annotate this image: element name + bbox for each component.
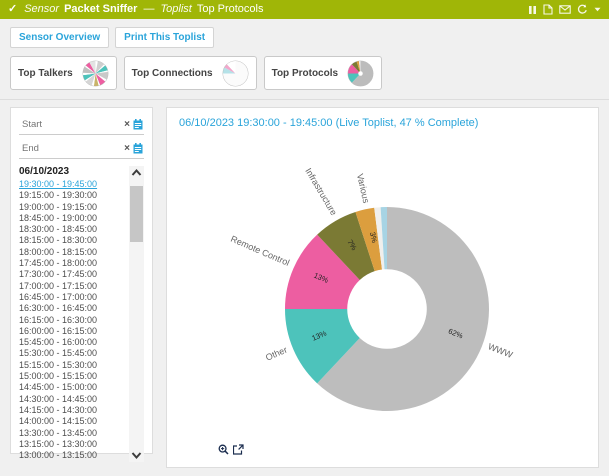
scrollbar-thumb[interactable] xyxy=(130,186,143,242)
donut-segment-label: Infrastructure xyxy=(303,166,339,217)
interval-item[interactable]: 16:45:00 - 17:00:00 xyxy=(19,292,129,303)
interval-item[interactable]: 16:00:00 - 16:15:00 xyxy=(19,326,129,337)
interval-item[interactable]: 13:00:00 - 13:15:00 xyxy=(19,450,129,461)
interval-item[interactable]: 19:15:00 - 19:30:00 xyxy=(19,190,129,201)
end-date-row: × xyxy=(19,140,144,159)
object-kind-label: Sensor xyxy=(24,0,59,19)
interval-list-wrap: 06/10/2023 19:30:00 - 19:45:0019:15:00 -… xyxy=(19,166,144,462)
interval-item[interactable]: 16:30:00 - 16:45:00 xyxy=(19,303,129,314)
top-connections-pie-icon xyxy=(222,60,249,87)
interval-item[interactable]: 17:45:00 - 18:00:00 xyxy=(19,258,129,269)
interval-item[interactable]: 18:45:00 - 19:00:00 xyxy=(19,213,129,224)
tab-top-protocols[interactable]: Top Protocols xyxy=(264,56,382,90)
interval-item[interactable]: 16:15:00 - 16:30:00 xyxy=(19,315,129,326)
sensor-title-bar: ✓ Sensor Packet Sniffer — Toplist Top Pr… xyxy=(0,0,609,19)
interval-item[interactable]: 13:30:00 - 13:45:00 xyxy=(19,428,129,439)
interval-date-header: 06/10/2023 xyxy=(19,166,129,177)
interval-item[interactable]: 18:15:00 - 18:30:00 xyxy=(19,235,129,246)
sensor-overview-button[interactable]: Sensor Overview xyxy=(10,27,109,48)
start-date-row: × xyxy=(19,116,144,135)
interval-list: 19:30:00 - 19:45:0019:15:00 - 19:30:0019… xyxy=(19,179,129,461)
top-protocols-pie-icon xyxy=(347,60,374,87)
toolbar: Sensor Overview Print This Toplist xyxy=(0,19,609,53)
tab-top-protocols-label: Top Protocols xyxy=(272,68,338,79)
interval-item[interactable]: 15:45:00 - 16:00:00 xyxy=(19,337,129,348)
interval-item[interactable]: 18:00:00 - 18:15:00 xyxy=(19,247,129,258)
report-icon[interactable] xyxy=(543,4,553,15)
donut-segment-label: Remote Control xyxy=(229,234,291,268)
scroll-down-icon[interactable] xyxy=(130,450,143,460)
interval-item[interactable]: 15:15:00 - 15:30:00 xyxy=(19,360,129,371)
interval-item[interactable]: 17:30:00 - 17:45:00 xyxy=(19,269,129,280)
status-ok-icon: ✓ xyxy=(8,0,17,19)
protocol-donut-chart: WWW62%Other13%Remote Control13%Infrastru… xyxy=(167,132,601,449)
interval-scrollbar[interactable] xyxy=(129,166,144,462)
top-talkers-pie-icon xyxy=(82,60,109,87)
end-calendar-icon[interactable] xyxy=(133,143,143,154)
interval-item[interactable]: 15:00:00 - 15:15:00 xyxy=(19,371,129,382)
interval-item[interactable]: 14:00:00 - 14:15:00 xyxy=(19,416,129,427)
refresh-icon[interactable] xyxy=(577,4,588,15)
page: ✓ Sensor Packet Sniffer — Toplist Top Pr… xyxy=(0,0,609,476)
interval-item[interactable]: 14:15:00 - 14:30:00 xyxy=(19,405,129,416)
toplist-chart-panel: 06/10/2023 19:30:00 - 19:45:00 (Live Top… xyxy=(166,107,599,468)
tab-top-connections-label: Top Connections xyxy=(132,68,213,79)
section-kind-label: Toplist xyxy=(160,0,191,19)
interval-item[interactable]: 19:00:00 - 19:15:00 xyxy=(19,202,129,213)
start-date-input[interactable] xyxy=(20,118,121,131)
interval-item[interactable]: 17:00:00 - 17:15:00 xyxy=(19,281,129,292)
interval-item[interactable]: 19:30:00 - 19:45:00 xyxy=(19,179,129,190)
interval-item[interactable]: 14:30:00 - 14:45:00 xyxy=(19,394,129,405)
toplist-tabs: Top Talkers Top Connections Top Protocol… xyxy=(0,53,609,100)
start-calendar-icon[interactable] xyxy=(133,119,143,130)
zoom-in-icon[interactable] xyxy=(218,444,229,455)
tab-top-connections[interactable]: Top Connections xyxy=(124,56,257,90)
section-name: Top Protocols xyxy=(197,0,264,19)
tab-top-talkers[interactable]: Top Talkers xyxy=(10,56,117,90)
end-date-input[interactable] xyxy=(20,142,121,155)
title-bar-actions xyxy=(528,4,601,15)
interval-item[interactable]: 14:45:00 - 15:00:00 xyxy=(19,382,129,393)
pause-icon[interactable] xyxy=(528,5,537,15)
interval-filter-panel: × × xyxy=(10,107,153,454)
print-toplist-button[interactable]: Print This Toplist xyxy=(115,27,214,48)
dropdown-caret-icon[interactable] xyxy=(594,7,601,12)
content-area: × × xyxy=(0,100,609,468)
open-external-icon[interactable] xyxy=(233,444,244,455)
title-separator: — xyxy=(143,0,154,19)
interval-item[interactable]: 13:15:00 - 13:30:00 xyxy=(19,439,129,450)
email-icon[interactable] xyxy=(559,5,571,14)
sensor-name: Packet Sniffer xyxy=(64,0,137,19)
start-clear-icon[interactable]: × xyxy=(124,120,130,129)
interval-item[interactable]: 18:30:00 - 18:45:00 xyxy=(19,224,129,235)
interval-item[interactable]: 15:30:00 - 15:45:00 xyxy=(19,348,129,359)
end-clear-icon[interactable]: × xyxy=(124,144,130,153)
toplist-title: 06/10/2023 19:30:00 - 19:45:00 (Live Top… xyxy=(179,117,586,129)
donut-segment-label: WWW xyxy=(487,341,515,360)
donut-segment-label: Various xyxy=(355,173,371,205)
scroll-up-icon[interactable] xyxy=(130,168,143,178)
tab-top-talkers-label: Top Talkers xyxy=(18,68,73,79)
chart-tools xyxy=(218,444,244,455)
donut-segment-label: Other xyxy=(264,345,289,363)
